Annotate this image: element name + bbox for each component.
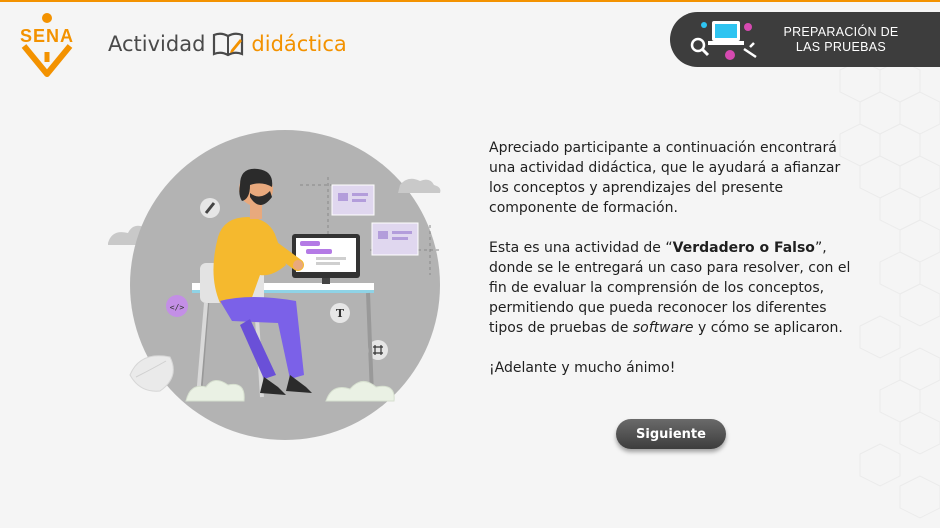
section-badge-text: PREPARACIÓN DE LAS PRUEBAS (783, 24, 899, 54)
intro-paragraph: Apreciado participante a continuación en… (489, 140, 841, 216)
svg-text:SENA: SENA (20, 26, 74, 46)
book-pencil-icon (213, 32, 244, 57)
section-badge: PREPARACIÓN DE LAS PRUEBAS (670, 12, 940, 67)
top-accent-line (0, 0, 940, 2)
activity-title-part1: Actividad (108, 32, 206, 56)
activity-type-bold: Verdadero o Falso (672, 240, 815, 256)
next-button[interactable]: Siguiente (616, 419, 726, 449)
software-testing-illustration (690, 20, 757, 60)
software-italic: software (632, 320, 694, 336)
activity-description-part3: y cómo se aplicaron. (693, 320, 843, 336)
sena-logo: SENA (20, 13, 74, 77)
instructions-text: Apreciado participante a continuación en… (489, 138, 864, 398)
activity-title: Actividad didáctica (108, 28, 347, 60)
encouragement-paragraph: ¡Adelante y mucho ánimo! (489, 360, 676, 376)
activity-description-part1: Esta es una actividad de “ (489, 240, 673, 256)
svg-text:T: T (336, 307, 345, 320)
activity-title-part2: didáctica (251, 32, 347, 56)
person-working-at-desk-illustration: </> T (108, 130, 441, 440)
svg-text:</>: </> (170, 303, 185, 312)
activity-description-paragraph: Esta es una actividad de “Verdadero o Fa… (489, 238, 864, 338)
